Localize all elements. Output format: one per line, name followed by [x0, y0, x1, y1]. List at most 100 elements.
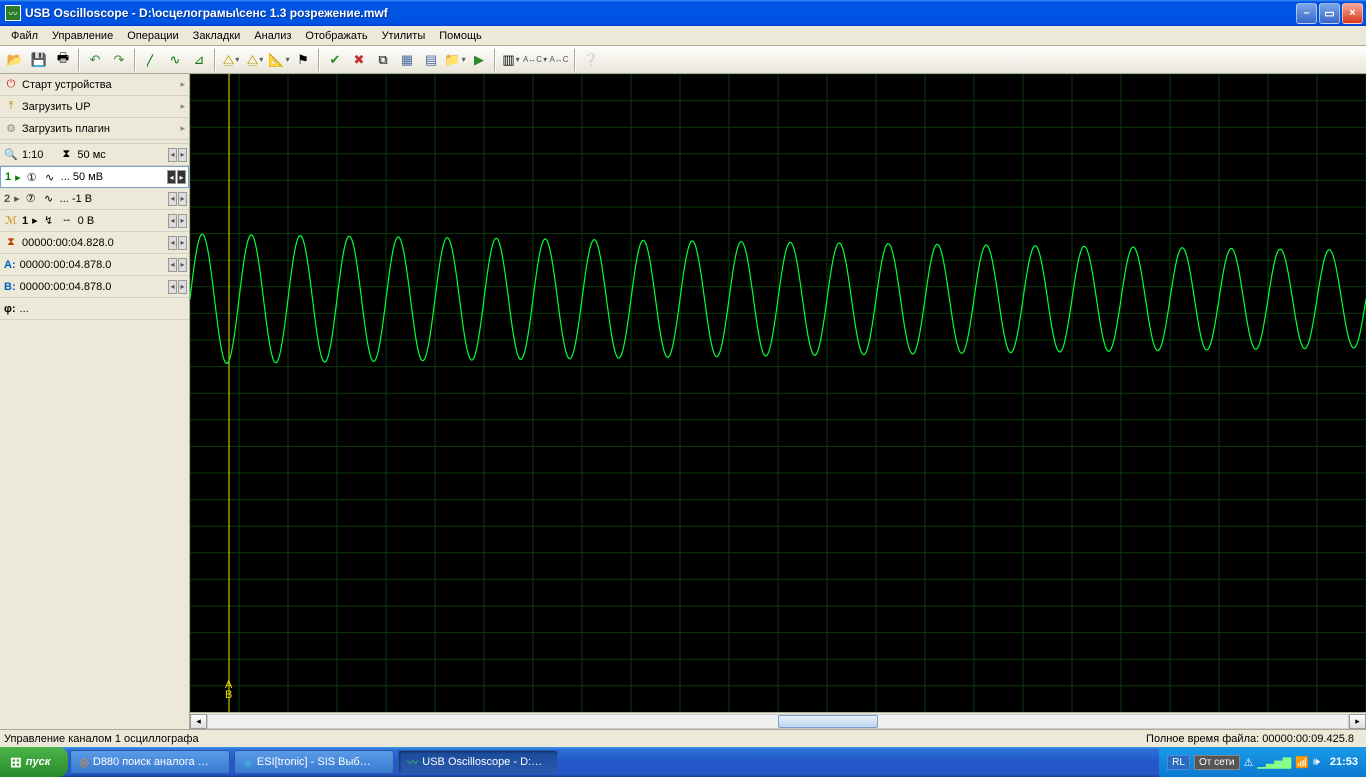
tray-volume-icon[interactable]: 🕪	[1313, 756, 1320, 769]
start-button[interactable]: пуск	[0, 747, 68, 777]
task-2[interactable]: ◉ESI[tronic] - SIS Выб…	[234, 750, 394, 774]
oscilloscope-display[interactable]: A B	[190, 74, 1366, 712]
folder-icon[interactable]: 📁	[444, 49, 466, 71]
a-cursor-value: 00000:00:04.878.0	[20, 259, 112, 271]
a-cursor-row[interactable]: A: 00000:00:04.878.0 ◂▸	[0, 254, 189, 276]
menu-control[interactable]: Управление	[45, 28, 120, 44]
zoom-value: 1:10	[22, 149, 43, 161]
spin-right[interactable]: ▸	[178, 258, 187, 272]
load-plugin-label: Загрузить плагин	[22, 123, 110, 135]
taskbar: пуск ◎D880 поиск аналога … ◉ESI[tronic] …	[0, 747, 1366, 777]
spin-left[interactable]: ◂	[168, 192, 177, 206]
time-cursor-row[interactable]: ⧗ 00000:00:04.828.0 ◂▸	[0, 232, 189, 254]
t-cursor-value: 00000:00:04.828.0	[22, 237, 114, 249]
chevron-right-icon: ▸	[180, 79, 185, 90]
task-1[interactable]: ◎D880 поиск аналога …	[70, 750, 230, 774]
open-icon[interactable]: 📂	[4, 49, 26, 71]
status-text: Управление каналом 1 осциллографа	[4, 733, 1146, 745]
spin-right[interactable]: ▸	[178, 280, 187, 294]
b-cursor-row[interactable]: B: 00000:00:04.878.0 ◂▸	[0, 276, 189, 298]
power-indicator[interactable]: От сети	[1194, 755, 1240, 770]
mode-icon[interactable]: A↔C	[524, 49, 546, 71]
scroll-track[interactable]	[207, 714, 1349, 729]
start-device-button[interactable]: ⏻ Старт устройства ▸	[0, 74, 189, 96]
mode2-icon[interactable]: A↔C	[548, 49, 570, 71]
trigger-icon: ↯	[42, 214, 56, 228]
redo-icon[interactable]: ↷	[108, 49, 130, 71]
scroll-thumb[interactable]	[778, 715, 878, 728]
window-title: USB Oscilloscope - D:\осцелограмы\сенс 1…	[25, 6, 1296, 20]
clock[interactable]: 21:53	[1330, 756, 1358, 768]
maximize-button[interactable]: ▭	[1319, 3, 1340, 24]
cancel-icon[interactable]: ✖	[348, 49, 370, 71]
menu-utils[interactable]: Утилиты	[375, 28, 433, 44]
load-plugin-button[interactable]: ⚙ Загрузить плагин ▸	[0, 118, 189, 140]
system-tray[interactable]: RL От сети ⚠ ▁▃▅▇ 📶 🕪 21:53	[1159, 747, 1366, 777]
menu-operations[interactable]: Операции	[120, 28, 185, 44]
scroll-left-button[interactable]: ◂	[190, 714, 207, 729]
status-bar: Управление каналом 1 осциллографа Полное…	[0, 729, 1366, 747]
horizontal-scrollbar[interactable]: ◂ ▸	[190, 712, 1366, 729]
tray-signal-icon[interactable]: ▁▃▅▇	[1257, 756, 1291, 769]
channel-2-row[interactable]: 2▸ ⑦ ∿ ... -1 В ◂▸	[0, 188, 189, 210]
upload-icon: ⤒	[4, 100, 18, 114]
task-3[interactable]: 〰USB Oscilloscope - D:…	[398, 750, 558, 774]
menu-bookmarks[interactable]: Закладки	[186, 28, 248, 44]
measure-icon[interactable]: 📐	[268, 49, 290, 71]
save-icon[interactable]: 💾	[28, 49, 50, 71]
play-icon[interactable]: ▶	[468, 49, 490, 71]
lang-indicator[interactable]: RL	[1167, 755, 1190, 770]
spin-right[interactable]: ▸	[178, 192, 187, 206]
menu-file[interactable]: Файл	[4, 28, 45, 44]
gear-icon: ⚙	[4, 122, 18, 136]
spin-left[interactable]: ◂	[168, 236, 177, 250]
spin-left[interactable]: ◂	[168, 258, 177, 272]
signal2-icon[interactable]: ∿	[164, 49, 186, 71]
menu-bar: Файл Управление Операции Закладки Анализ…	[0, 26, 1366, 46]
spin-left[interactable]: ◂	[168, 214, 177, 228]
channel-1-row[interactable]: 1▸ ① ∿ ... 50 мВ ◂▸	[0, 166, 189, 188]
tray-icon[interactable]: ⚠	[1244, 756, 1254, 769]
flag-icon[interactable]: ⚑	[292, 49, 314, 71]
ch2-value: ... -1 В	[60, 193, 92, 205]
scroll-right-button[interactable]: ▸	[1349, 714, 1366, 729]
marker-b-icon[interactable]: ⧋	[244, 49, 266, 71]
spin-right[interactable]: ▸	[178, 148, 187, 162]
zoom-row[interactable]: 🔍 1:10 ⧗ 50 мс ◂▸	[0, 144, 189, 166]
grid-icon[interactable]: ▦	[396, 49, 418, 71]
toolbar: 📂 💾 🖶 ↶ ↷ 〳 ∿ ⊿ ⧋ ⧋ 📐 ⚑ ✔ ✖ ⧉ ▦ ▤ 📁 ▶ ▥ …	[0, 46, 1366, 74]
ch1-icon: ①	[25, 170, 39, 184]
marker-a-icon[interactable]: ⧋	[220, 49, 242, 71]
math-row[interactable]: ℳ1▸ ↯ ╌ 0 В ◂▸	[0, 210, 189, 232]
b-cursor-value: 00000:00:04.878.0	[20, 281, 112, 293]
menu-display[interactable]: Отображать	[298, 28, 374, 44]
signal3-icon[interactable]: ⊿	[188, 49, 210, 71]
spin-left[interactable]: ◂	[167, 170, 176, 184]
phi-value: ...	[20, 303, 29, 315]
spin-left[interactable]: ◂	[168, 148, 177, 162]
load-up-label: Загрузить UP	[22, 101, 91, 113]
check-icon[interactable]: ✔	[324, 49, 346, 71]
spin-left[interactable]: ◂	[168, 280, 177, 294]
copy-icon[interactable]: ⧉	[372, 49, 394, 71]
load-up-button[interactable]: ⤒ Загрузить UP ▸	[0, 96, 189, 118]
spin-right[interactable]: ▸	[178, 214, 187, 228]
print-icon[interactable]: 🖶	[52, 49, 74, 71]
phi-row[interactable]: φ: ...	[0, 298, 189, 320]
spin-right[interactable]: ▸	[178, 236, 187, 250]
ch1-value: ... 50 мВ	[61, 171, 103, 183]
menu-help[interactable]: Помощь	[432, 28, 489, 44]
spin-right[interactable]: ▸	[177, 170, 186, 184]
help-icon[interactable]: ❔	[580, 49, 602, 71]
menu-analysis[interactable]: Анализ	[247, 28, 298, 44]
timebase-icon: ⧗	[59, 148, 73, 162]
grid2-icon[interactable]: ▤	[420, 49, 442, 71]
wave-icon: ∿	[42, 192, 56, 206]
close-button[interactable]: ×	[1342, 3, 1363, 24]
panel-icon[interactable]: ▥	[500, 49, 522, 71]
tray-wifi-icon[interactable]: 📶	[1295, 756, 1309, 769]
minimize-button[interactable]: –	[1296, 3, 1317, 24]
signal1-icon[interactable]: 〳	[140, 49, 162, 71]
svg-text:B: B	[225, 689, 232, 701]
undo-icon[interactable]: ↶	[84, 49, 106, 71]
